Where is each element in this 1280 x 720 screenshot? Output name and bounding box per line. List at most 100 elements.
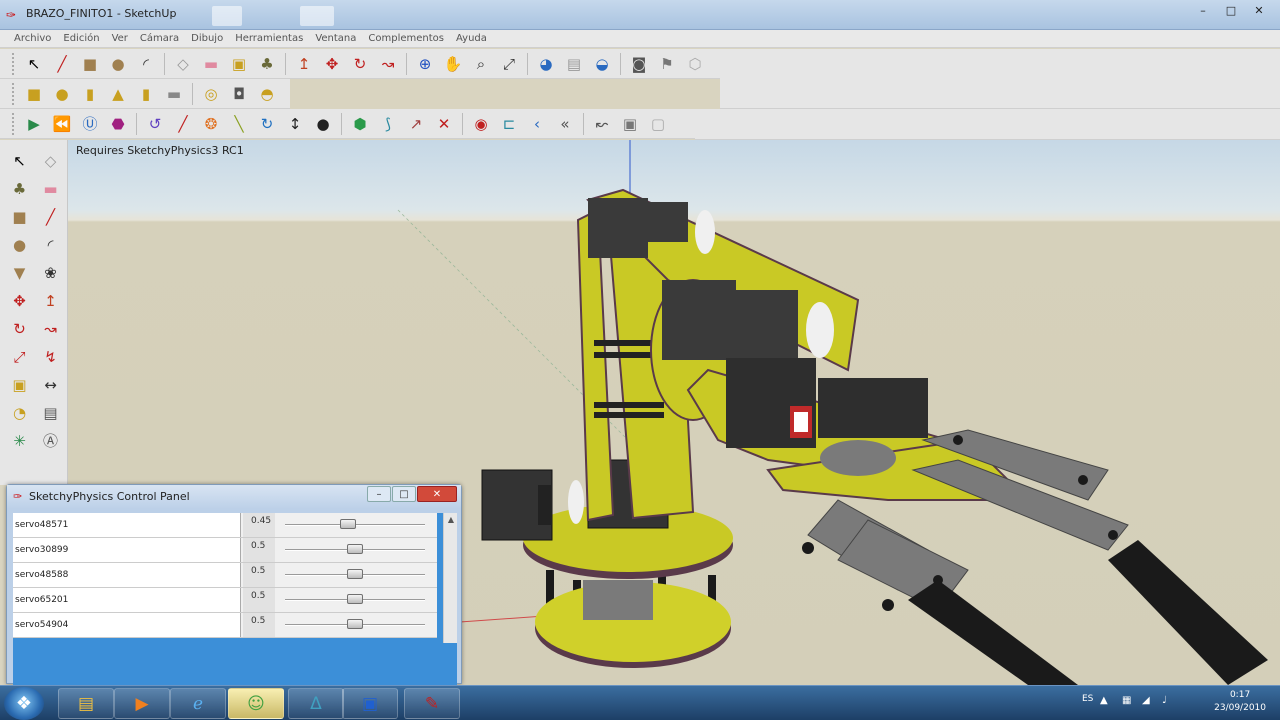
servo-slider-track[interactable] [285, 519, 425, 529]
start-button[interactable]: ❖ [4, 687, 44, 720]
follow-me-icon[interactable]: ↝ [376, 52, 400, 76]
control-panel-scrollbar[interactable]: ▲ [443, 513, 457, 643]
thruster-icon[interactable]: ↗ [404, 112, 428, 136]
windows-live-messenger-taskbar-button[interactable]: ☺ [228, 688, 284, 719]
vs-taskbar-button[interactable]: ▣ [342, 688, 398, 719]
signal-icon[interactable]: ◢ [1142, 695, 1150, 706]
magnet-icon[interactable]: ● [311, 112, 335, 136]
clear-joints-icon[interactable]: ↜ [590, 112, 614, 136]
menu-dibujo[interactable]: Dibujo [185, 30, 229, 47]
hide-joints-icon[interactable]: ▢ [646, 112, 670, 136]
menu-ayuda[interactable]: Ayuda [450, 30, 493, 47]
servo-slider-track[interactable] [285, 619, 425, 629]
sphere-icon[interactable]: ● [50, 82, 74, 106]
move-icon[interactable]: ✥ [320, 52, 344, 76]
physics-cube-icon[interactable]: ◙ [627, 52, 651, 76]
make-component-icon[interactable]: ◇ [171, 52, 195, 76]
show-joints-icon[interactable]: ▣ [618, 112, 642, 136]
make-component-icon[interactable]: ◇ [37, 148, 64, 174]
circle-icon[interactable]: ● [106, 52, 130, 76]
freehand-icon[interactable]: ❀ [37, 260, 64, 286]
tape-measure-icon[interactable]: ▣ [6, 372, 33, 398]
sketchup-taskbar-button[interactable]: ✎ [404, 688, 460, 719]
rewind-icon[interactable]: ⏪ [50, 112, 74, 136]
get-photo-texture-icon[interactable]: ◒ [590, 52, 614, 76]
toolbar-grip[interactable] [12, 52, 16, 75]
panel-close-button[interactable]: ✕ [417, 486, 457, 502]
network-icon[interactable]: ▦ [1122, 695, 1131, 706]
line-icon[interactable]: ╱ [50, 52, 74, 76]
servo-slider-thumb[interactable] [347, 544, 363, 554]
servo-slider-track[interactable] [285, 544, 425, 554]
zoom-icon[interactable]: ⌕ [469, 52, 493, 76]
toolbar-grip[interactable] [12, 82, 16, 105]
slider-joint-icon[interactable]: ╱ [171, 112, 195, 136]
share-model-icon[interactable]: ▤ [562, 52, 586, 76]
show-hidden-icons-icon[interactable]: ▲ [1100, 695, 1108, 706]
physics-lamp-icon[interactable]: ⚑ [655, 52, 679, 76]
tape-measure-icon[interactable]: ▣ [227, 52, 251, 76]
menu-herramientas[interactable]: Herramientas [229, 30, 309, 47]
follow-me-icon[interactable]: ↝ [37, 316, 64, 342]
windows-explorer-taskbar-button[interactable]: ▤ [58, 688, 114, 719]
paint-bucket-icon[interactable]: ♣ [6, 176, 33, 202]
get-models-icon[interactable]: ◕ [534, 52, 558, 76]
arc-icon[interactable]: ◜ [134, 52, 158, 76]
servo-slider-thumb[interactable] [347, 569, 363, 579]
record-icon[interactable]: ⬣ [106, 112, 130, 136]
chamfer-box-icon[interactable]: ◘ [227, 82, 251, 106]
ball-joint-icon[interactable]: ◓ [255, 82, 279, 106]
control-panel-title-bar[interactable]: ✑ SketchyPhysics Control Panel – □ ✕ [7, 485, 461, 509]
gyro-icon[interactable]: ⬢ [348, 112, 372, 136]
eraser-icon[interactable]: ▬ [199, 52, 223, 76]
protractor-icon[interactable]: ◔ [6, 400, 33, 426]
select-icon[interactable]: ↖ [22, 52, 46, 76]
spring-icon[interactable]: ↻ [255, 112, 279, 136]
zoom-extents-icon[interactable]: ⤢ [497, 52, 521, 76]
motor-icon[interactable]: ↕ [283, 112, 307, 136]
menu-complementos[interactable]: Complementos [362, 30, 450, 47]
plate-icon[interactable]: ▬ [162, 82, 186, 106]
media-player-taskbar-button[interactable]: ▶ [114, 688, 170, 719]
curvy-slider-icon[interactable]: ⊏ [497, 112, 521, 136]
internet-explorer-taskbar-button[interactable]: ℯ [170, 688, 226, 719]
menu-edicion[interactable]: Edición [57, 30, 105, 47]
3d-text-icon[interactable]: Ⓐ [37, 428, 64, 454]
servo-slider-track[interactable] [285, 594, 425, 604]
hinge-icon[interactable]: ↺ [143, 112, 167, 136]
piston-icon[interactable]: ╲ [227, 112, 251, 136]
emitter-icon[interactable]: ◉ [469, 112, 493, 136]
servo-icon[interactable]: ❂ [199, 112, 223, 136]
minimize-button[interactable]: – [1190, 3, 1216, 19]
fixed-joint-icon[interactable]: ✕ [432, 112, 456, 136]
clock[interactable]: 0:17 23/09/2010 [1214, 689, 1266, 715]
gear-joint-icon[interactable]: ⟆ [376, 112, 400, 136]
joint-connect-icon[interactable]: ‹ [525, 112, 549, 136]
panel-minimize-button[interactable]: – [367, 486, 391, 502]
arduino-taskbar-button[interactable]: Δ [288, 688, 344, 719]
dimension-icon[interactable]: ↔ [37, 372, 64, 398]
orbit-icon[interactable]: ⊕ [413, 52, 437, 76]
axes-icon[interactable]: ✳ [6, 428, 33, 454]
menu-archivo[interactable]: Archivo [8, 30, 57, 47]
rotate-icon[interactable]: ↻ [348, 52, 372, 76]
scroll-up-icon[interactable]: ▲ [444, 513, 458, 527]
push-pull-icon[interactable]: ↥ [292, 52, 316, 76]
toolbar-grip[interactable] [12, 112, 16, 135]
cylinder-icon[interactable]: ▮ [78, 82, 102, 106]
paint-bucket-icon[interactable]: ♣ [255, 52, 279, 76]
push-pull-icon[interactable]: ↥ [37, 288, 64, 314]
menu-camara[interactable]: Cámara [134, 30, 185, 47]
volume-icon[interactable]: ♩ [1162, 695, 1167, 706]
ui-icon[interactable]: Ⓤ [78, 112, 102, 136]
language-indicator[interactable]: ES [1082, 694, 1093, 704]
polygon-icon[interactable]: ▼ [6, 260, 33, 286]
arc-icon[interactable]: ◜ [37, 232, 64, 258]
close-button[interactable]: ✕ [1246, 3, 1272, 19]
physics-sphere-icon[interactable]: ⬡ [683, 52, 707, 76]
menu-ventana[interactable]: Ventana [309, 30, 362, 47]
select-icon[interactable]: ↖ [6, 148, 33, 174]
move-icon[interactable]: ✥ [6, 288, 33, 314]
scale-icon[interactable]: ⤢ [6, 344, 33, 370]
panel-maximize-button[interactable]: □ [392, 486, 416, 502]
